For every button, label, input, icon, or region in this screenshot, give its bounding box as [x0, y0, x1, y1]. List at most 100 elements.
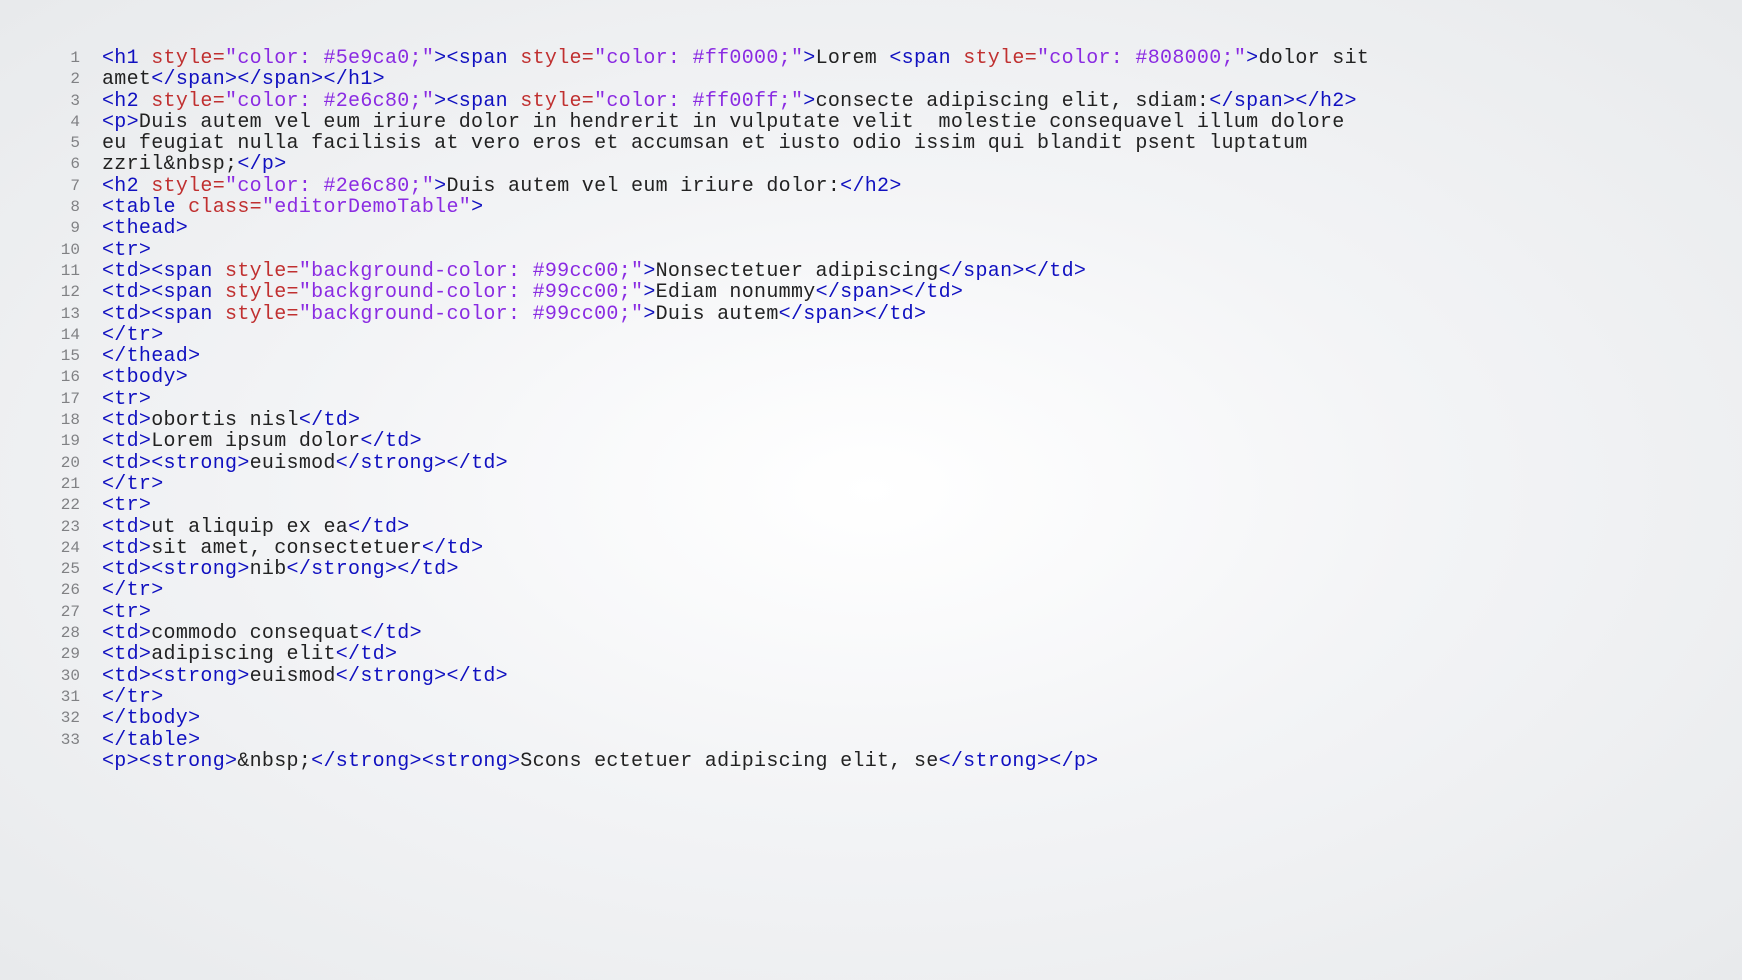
code-line[interactable]: </tr> [102, 580, 1369, 601]
code-token: </table> [102, 729, 200, 752]
code-token: adipiscing elit [151, 643, 336, 666]
code-token: Duis autem vel eum iriure dolor: [446, 175, 840, 198]
code-area[interactable]: <h1 style="color: #5e9ca0;"><span style=… [102, 48, 1369, 772]
line-number: 24 [40, 538, 80, 559]
line-number: 9 [40, 218, 80, 239]
line-number: 12 [40, 282, 80, 303]
code-token: </p> [237, 153, 286, 176]
code-token: <p><strong> [102, 750, 237, 773]
code-line[interactable]: amet</span></span></h1> [102, 69, 1369, 90]
code-token: </td> [422, 537, 484, 560]
code-token: Duis autem [656, 303, 779, 326]
code-line[interactable]: <td>commodo consequat</td> [102, 623, 1369, 644]
line-number: 30 [40, 666, 80, 687]
line-number: 28 [40, 623, 80, 644]
code-line[interactable]: <td><span style="background-color: #99cc… [102, 261, 1369, 282]
code-line[interactable]: <td><strong>euismod</strong></td> [102, 666, 1369, 687]
code-token: "color: #2e6c80;" [225, 175, 434, 198]
code-token: ut aliquip ex ea [151, 516, 348, 539]
code-token: <tr> [102, 494, 151, 517]
code-token: style= [151, 175, 225, 198]
code-line[interactable]: </table> [102, 730, 1369, 751]
code-editor[interactable]: 1234567891011121314151617181920212223242… [40, 48, 1732, 112]
code-token: style= [225, 281, 299, 304]
code-line[interactable]: <td><strong>euismod</strong></td> [102, 453, 1369, 474]
code-token: </thead> [102, 345, 200, 368]
line-number: 10 [40, 240, 80, 261]
code-token: <tbody> [102, 366, 188, 389]
code-line[interactable]: <tr> [102, 495, 1369, 516]
code-line[interactable]: <h1 style="color: #5e9ca0;"><span style=… [102, 48, 1369, 69]
code-token: obortis nisl [151, 409, 299, 432]
code-token: <td> [102, 537, 151, 560]
code-token: > [1246, 47, 1258, 70]
line-number: 23 [40, 517, 80, 538]
code-line[interactable]: <thead> [102, 218, 1369, 239]
code-token: > [643, 281, 655, 304]
code-token: </td> [360, 430, 422, 453]
code-line[interactable]: <h2 style="color: #2e6c80;"><span style=… [102, 91, 1369, 112]
code-token: Scons ectetuer adipiscing elit, se [520, 750, 938, 773]
code-line[interactable]: <td><span style="background-color: #99cc… [102, 304, 1369, 325]
code-line[interactable]: <td>obortis nisl</td> [102, 410, 1369, 431]
code-line[interactable]: <td><strong>nib</strong></td> [102, 559, 1369, 580]
code-token: </strong></td> [336, 665, 508, 688]
code-line[interactable]: <h2 style="color: #2e6c80;">Duis autem v… [102, 176, 1369, 197]
code-token: "color: #808000;" [1037, 47, 1246, 70]
code-line[interactable]: eu feugiat nulla facilisis at vero eros … [102, 133, 1369, 154]
code-line[interactable]: <p>Duis autem vel eum iriure dolor in he… [102, 112, 1369, 133]
code-token: <h2 [102, 175, 151, 198]
code-token: amet [102, 68, 151, 91]
code-token: &nbsp; [237, 750, 311, 773]
code-line[interactable]: </tr> [102, 474, 1369, 495]
code-line[interactable]: zzril&nbsp;</p> [102, 154, 1369, 175]
code-token: </strong><strong> [311, 750, 520, 773]
code-token: <td> [102, 622, 151, 645]
line-number: 20 [40, 453, 80, 474]
code-line[interactable]: <td>ut aliquip ex ea</td> [102, 517, 1369, 538]
code-token: </td> [299, 409, 361, 432]
code-line[interactable]: <td>sit amet, consectetuer</td> [102, 538, 1369, 559]
code-token: ><span [434, 90, 520, 113]
code-line[interactable]: </thead> [102, 346, 1369, 367]
line-number: 11 [40, 261, 80, 282]
code-token: "editorDemoTable" [262, 196, 471, 219]
line-number: 4 [40, 112, 80, 133]
code-line[interactable]: <tbody> [102, 367, 1369, 388]
line-number: 26 [40, 580, 80, 601]
code-token: > [471, 196, 483, 219]
code-token: <h1 [102, 47, 151, 70]
line-number: 6 [40, 154, 80, 175]
code-line[interactable]: <tr> [102, 389, 1369, 410]
code-token: <tr> [102, 239, 151, 262]
line-number: 32 [40, 708, 80, 729]
code-token: Lorem ipsum dolor [151, 430, 360, 453]
line-number: 1 [40, 48, 80, 69]
code-token: <td><strong> [102, 558, 250, 581]
code-token: </tr> [102, 324, 164, 347]
code-line[interactable]: <td><span style="background-color: #99cc… [102, 282, 1369, 303]
code-token: nib [250, 558, 287, 581]
code-line[interactable]: <tr> [102, 602, 1369, 623]
code-line[interactable]: <td>Lorem ipsum dolor</td> [102, 431, 1369, 452]
line-number: 2 [40, 69, 80, 90]
code-line[interactable]: <table class="editorDemoTable"> [102, 197, 1369, 218]
line-number: 19 [40, 431, 80, 452]
code-token: > [643, 260, 655, 283]
code-token: </td> [360, 622, 422, 645]
code-token: <td> [102, 430, 151, 453]
line-number: 27 [40, 602, 80, 623]
code-line[interactable]: </tr> [102, 687, 1369, 708]
code-token: </strong></td> [287, 558, 459, 581]
code-line[interactable]: <p><strong>&nbsp;</strong><strong>Scons … [102, 751, 1369, 772]
code-token: style= [225, 260, 299, 283]
code-line[interactable]: <tr> [102, 240, 1369, 261]
code-token: > [643, 303, 655, 326]
code-line[interactable]: </tbody> [102, 708, 1369, 729]
line-number: 3 [40, 91, 80, 112]
code-token: </span></td> [816, 281, 964, 304]
code-line[interactable]: </tr> [102, 325, 1369, 346]
code-token: "color: #ff0000;" [594, 47, 803, 70]
code-token: </strong></p> [939, 750, 1099, 773]
code-line[interactable]: <td>adipiscing elit</td> [102, 644, 1369, 665]
